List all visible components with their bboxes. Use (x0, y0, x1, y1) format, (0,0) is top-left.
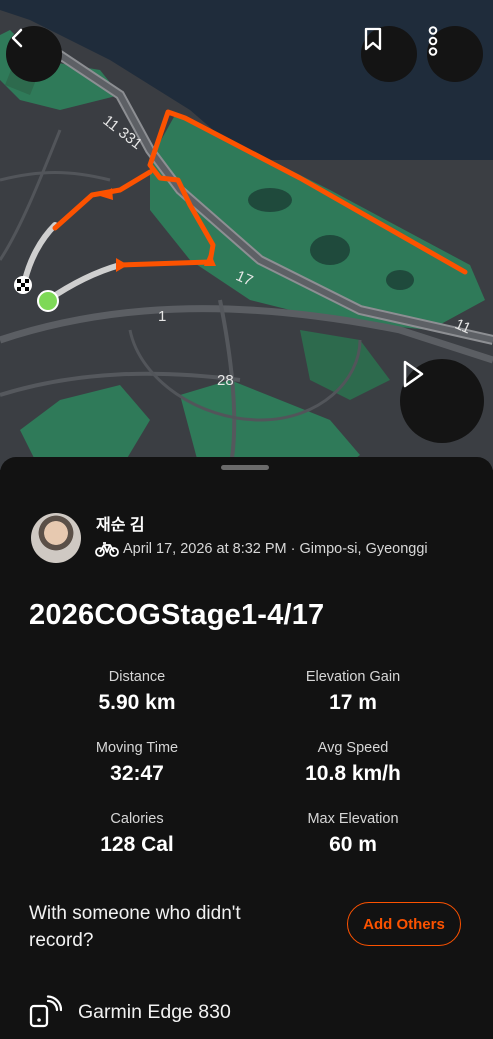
back-button[interactable] (6, 26, 62, 82)
stat-avg-speed: Avg Speed 10.8 km/h (253, 740, 453, 786)
bike-icon (95, 542, 119, 557)
stat-label: Elevation Gain (305, 669, 401, 685)
stat-max-elevation: Max Elevation 60 m (253, 811, 453, 857)
activity-title: 2026COGStage1-4/17 (29, 599, 325, 631)
avatar[interactable] (31, 513, 81, 563)
stat-label: Moving Time (95, 740, 179, 756)
sheet-drag-handle[interactable] (221, 465, 269, 470)
athlete-name[interactable]: 재순 김 (96, 511, 145, 535)
stat-value: 60 m (329, 833, 377, 856)
more-options-button[interactable] (427, 26, 483, 82)
stat-distance: Distance 5.90 km (37, 669, 237, 715)
bookmark-icon (364, 27, 382, 51)
stat-value: 10.8 km/h (305, 762, 401, 785)
road-label-1: 1 (158, 308, 167, 325)
stat-value: 128 Cal (100, 833, 174, 856)
play-flyover-button[interactable] (400, 359, 484, 443)
stat-value: 32:47 (110, 762, 164, 785)
add-others-button[interactable]: Add Others (347, 902, 461, 946)
device-sync-icon (29, 995, 62, 1028)
bookmark-button[interactable] (361, 26, 417, 82)
stat-label: Calories (110, 811, 164, 827)
device-name: Garmin Edge 830 (78, 1001, 231, 1023)
stat-label: Distance (108, 669, 166, 685)
activity-sheet: 재순 김 April 17, 2026 at 8:32 PM · Gimpo-s… (0, 457, 493, 1039)
stat-calories: Calories 128 Cal (37, 811, 237, 857)
stat-label: Max Elevation (307, 811, 399, 827)
vertical-dots-icon (428, 26, 438, 56)
stat-label: Avg Speed (317, 740, 389, 756)
road-label-28: 28 (217, 372, 234, 389)
play-icon (403, 360, 424, 388)
chevron-left-icon (11, 28, 23, 48)
date-location: April 17, 2026 at 8:32 PM · Gimpo-si, Gy… (123, 541, 428, 557)
with-others-prompt: With someone who didn't record? (29, 903, 241, 951)
stat-value: 5.90 km (98, 691, 176, 714)
route-map[interactable]: 11 331 17 1 28 11 (0, 0, 493, 470)
stat-moving-time: Moving Time 32:47 (37, 740, 237, 786)
stat-value: 17 m (329, 691, 377, 714)
stat-elevation-gain: Elevation Gain 17 m (253, 669, 453, 715)
activity-meta: April 17, 2026 at 8:32 PM · Gimpo-si, Gy… (95, 541, 428, 557)
